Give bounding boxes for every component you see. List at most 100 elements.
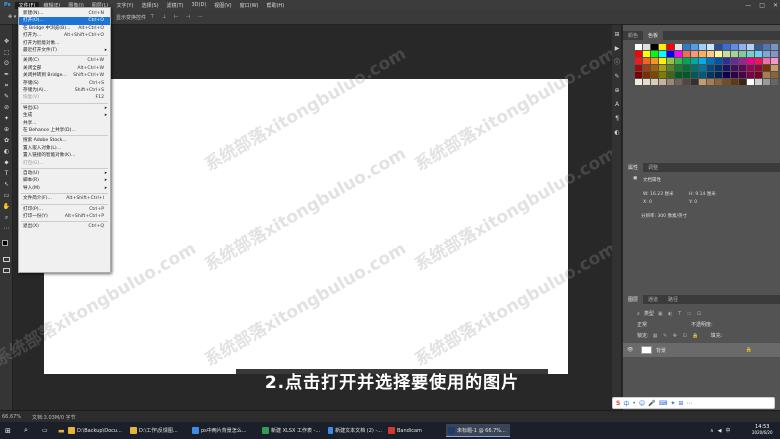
color-swatch[interactable] [699, 51, 706, 57]
task-view-icon[interactable]: ▭ [40, 424, 50, 437]
color-swatch[interactable] [659, 44, 666, 50]
color-swatch[interactable] [739, 72, 746, 78]
menu-help[interactable]: 帮助(H) [262, 2, 288, 9]
history-icon[interactable]: ⊞ [613, 31, 621, 39]
layer-kind-select[interactable]: 类型 [644, 310, 654, 317]
color-swatch[interactable] [675, 79, 682, 85]
color-swatch[interactable] [635, 44, 642, 50]
color-swatch[interactable] [747, 65, 754, 71]
color-swatch[interactable] [755, 72, 762, 78]
show-transform-controls-label[interactable]: 显示变换控件 [116, 14, 146, 21]
color-swatch[interactable] [755, 51, 762, 57]
color-swatch[interactable] [699, 72, 706, 78]
color-swatch[interactable] [771, 58, 778, 64]
color-swatch[interactable] [731, 44, 738, 50]
clock[interactable]: 14:53 2020/6/20 [752, 424, 773, 435]
color-swatch[interactable] [675, 72, 682, 78]
x-value[interactable]: X: 0 [643, 200, 652, 205]
foreground-color-swatch[interactable] [2, 240, 8, 246]
color-swatch[interactable] [699, 44, 706, 50]
color-swatch[interactable] [739, 79, 746, 85]
rectangle-tool-icon[interactable]: ▭ [2, 191, 11, 200]
color-swatch[interactable] [715, 72, 722, 78]
more-tools-icon[interactable]: ⋯ [2, 224, 11, 233]
color-swatch[interactable] [667, 44, 674, 50]
color-swatch[interactable] [731, 65, 738, 71]
height-value[interactable]: H: 9.14 厘米 [689, 191, 716, 197]
color-swatch[interactable] [675, 65, 682, 71]
system-tray[interactable]: ∧ ◀ 中 [708, 424, 735, 437]
search-icon[interactable]: ⌕ [22, 424, 30, 437]
paragraph-icon[interactable]: ¶ [613, 115, 621, 123]
color-swatch[interactable] [651, 44, 658, 50]
menu-window[interactable]: 窗口(W) [236, 2, 263, 9]
color-swatch[interactable] [771, 51, 778, 57]
crop-tool-icon[interactable]: ⌗ [2, 81, 11, 90]
clone-source-icon[interactable]: ⊕ [613, 87, 621, 95]
color-swatch[interactable] [683, 44, 690, 50]
taskbar-app-button[interactable]: 新建文本文档 (2) -... [326, 424, 384, 437]
color-swatch[interactable] [731, 79, 738, 85]
align-icons[interactable]: ⊤ ⊥ ⊢ ⊣ ⋯ [150, 14, 206, 20]
eyedropper-tool-icon[interactable]: ✎ [2, 92, 11, 101]
screen-mode-icon[interactable] [3, 268, 10, 273]
color-swatch[interactable] [699, 65, 706, 71]
color-swatch[interactable] [643, 44, 650, 50]
color-swatch[interactable] [755, 79, 762, 85]
color-swatch[interactable] [691, 44, 698, 50]
path-select-tool-icon[interactable]: ↖ [2, 180, 11, 189]
menu-select[interactable]: 选择(S) [137, 2, 162, 9]
speaker-icon[interactable]: ◀ [718, 428, 724, 434]
color-swatch[interactable] [667, 79, 674, 85]
color-swatch[interactable] [691, 51, 698, 57]
menu-type[interactable]: 文字(Y) [112, 2, 137, 9]
tab-layers[interactable]: 图层 [623, 295, 644, 304]
color-swatch[interactable] [763, 58, 770, 64]
color-swatch[interactable] [763, 44, 770, 50]
color-swatch[interactable] [683, 51, 690, 57]
taskbar-app-button[interactable]: Bandicam [386, 424, 442, 437]
color-swatch[interactable] [659, 79, 666, 85]
color-swatch[interactable] [715, 79, 722, 85]
color-swatch[interactable] [675, 51, 682, 57]
document-info[interactable]: 文档:3.03M/0 字节 [32, 414, 76, 421]
color-swatch[interactable] [691, 72, 698, 78]
layer-filter-row[interactable]: ⌕ 类型 ▣ ◐ T ▭ ⊡ [637, 308, 767, 319]
color-swatch[interactable] [651, 65, 658, 71]
color-swatch[interactable] [667, 58, 674, 64]
color-swatch[interactable] [659, 65, 666, 71]
color-swatch[interactable] [707, 79, 714, 85]
taskbar-app-button[interactable]: D:\工作\反馈图... [128, 424, 188, 437]
document-canvas[interactable] [44, 79, 568, 374]
fill-label[interactable]: 填充: [711, 332, 723, 339]
color-swatch[interactable] [635, 72, 642, 78]
maximize-button[interactable]: □ [759, 2, 765, 9]
color-swatch[interactable] [691, 58, 698, 64]
color-swatch[interactable] [723, 44, 730, 50]
color-swatch[interactable] [747, 51, 754, 57]
ime-punctuation-icon[interactable]: • [632, 400, 636, 407]
color-swatch[interactable] [707, 51, 714, 57]
color-swatch[interactable] [651, 51, 658, 57]
file-menu-item[interactable]: 导入(M) ▸ [19, 185, 110, 193]
color-swatch[interactable] [715, 51, 722, 57]
app-logo[interactable]: Ps [0, 2, 15, 8]
color-swatch[interactable] [643, 51, 650, 57]
color-swatch[interactable] [659, 51, 666, 57]
color-swatch[interactable] [715, 58, 722, 64]
tab-adjustments[interactable]: 调整 [643, 163, 663, 172]
taskbar-app-button[interactable]: ps中两片背景怎么... [190, 424, 258, 437]
color-swatch[interactable] [723, 79, 730, 85]
tab-color[interactable]: 颜色 [623, 31, 643, 40]
zoom-tool-icon[interactable]: ⌕ [2, 213, 11, 222]
color-swatch[interactable] [691, 65, 698, 71]
file-menu-item[interactable]: 文件简介(F)... Alt+Shift+Ctrl+I [19, 195, 110, 203]
ime-keyboard-icon[interactable]: ⌨ [659, 400, 668, 407]
opacity-label[interactable]: 不透明度: [691, 321, 713, 328]
color-swatch[interactable] [747, 79, 754, 85]
color-swatch[interactable] [747, 44, 754, 50]
play-icon[interactable]: ▶ [613, 45, 621, 53]
color-swatch[interactable] [683, 65, 690, 71]
file-menu-item[interactable]: 打印一份(Y) Alt+Shift+Ctrl+P [19, 213, 110, 221]
ime-more-icon[interactable]: ⋯ [686, 400, 692, 407]
